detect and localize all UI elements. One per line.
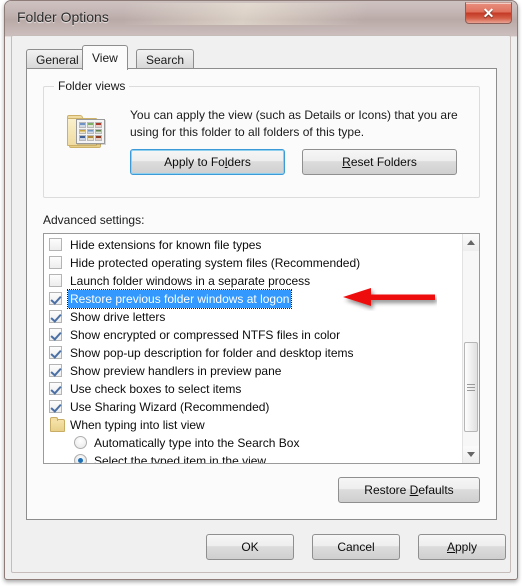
scrollbar-grip-icon — [467, 384, 475, 391]
apply-to-folders-label: Apply to Folders — [164, 155, 251, 169]
advanced-setting-label: Restore previous folder windows at logon — [66, 289, 293, 309]
checkbox-checked-icon[interactable] — [49, 346, 62, 359]
checkbox-checked-icon[interactable] — [49, 292, 62, 305]
tab-search[interactable]: Search — [136, 49, 195, 69]
advanced-setting-row[interactable]: Automatically type into the Search Box — [44, 434, 461, 452]
advanced-setting-row[interactable]: Launch folder windows in a separate proc… — [44, 272, 461, 290]
reset-folders-label: Reset Folders — [342, 155, 417, 169]
apply-to-folders-button[interactable]: Apply to Folders — [130, 149, 285, 175]
dialog-body: General Search View Folder views You can… — [11, 35, 511, 573]
checkbox-unchecked-icon[interactable] — [49, 256, 62, 269]
scroll-up-button[interactable] — [463, 234, 479, 251]
checkbox-checked-icon[interactable] — [49, 364, 62, 377]
advanced-setting-row[interactable]: Show pop-up description for folder and d… — [44, 344, 461, 362]
checkbox-unchecked-icon[interactable] — [49, 274, 62, 287]
checkbox-checked-icon[interactable] — [49, 400, 62, 413]
advanced-setting-label: Use Sharing Wizard (Recommended) — [70, 400, 270, 414]
apply-button[interactable]: Apply — [418, 534, 506, 560]
title-bar-sheen — [125, 3, 425, 25]
advanced-setting-row[interactable]: Show drive letters — [44, 308, 461, 326]
radio-selected-icon[interactable] — [74, 454, 87, 463]
scroll-down-button[interactable] — [463, 446, 479, 463]
advanced-setting-row[interactable]: Hide protected operating system files (R… — [44, 254, 461, 272]
folder-views-group: Folder views You can apply the view (suc… — [43, 79, 480, 198]
advanced-setting-row[interactable]: Use check boxes to select items — [44, 380, 461, 398]
chevron-up-icon — [467, 240, 475, 245]
checkbox-checked-icon[interactable] — [49, 328, 62, 341]
listbox-scrollbar[interactable] — [462, 234, 479, 463]
checkbox-checked-icon[interactable] — [49, 382, 62, 395]
reset-folders-button[interactable]: Reset Folders — [302, 149, 457, 175]
folder-views-legend: Folder views — [54, 79, 130, 93]
advanced-settings-list: Hide extensions for known file types Hide… — [44, 236, 461, 464]
tab-view[interactable]: View — [82, 45, 128, 70]
advanced-setting-row[interactable]: Restore previous folder windows at logon — [44, 289, 461, 309]
advanced-setting-label: Select the typed item in the view — [94, 454, 267, 464]
advanced-setting-row[interactable]: Use Sharing Wizard (Recommended) — [44, 398, 461, 416]
advanced-settings-label: Advanced settings: — [43, 213, 145, 227]
advanced-setting-label: Launch folder windows in a separate proc… — [70, 274, 311, 288]
checkbox-checked-icon[interactable] — [49, 310, 62, 323]
advanced-setting-row[interactable]: Select the typed item in the view — [44, 452, 461, 464]
close-x-icon: ✕ — [482, 5, 495, 21]
advanced-setting-label: When typing into list view — [70, 418, 205, 432]
advanced-setting-row[interactable]: Hide extensions for known file types — [44, 236, 461, 254]
restore-defaults-button[interactable]: Restore Defaults — [338, 477, 480, 503]
advanced-setting-label: Show pop-up description for folder and d… — [70, 346, 354, 360]
window-title: Folder Options — [17, 9, 109, 25]
ok-button[interactable]: OK — [206, 534, 294, 560]
folder-views-description: You can apply the view (such as Details … — [130, 108, 458, 139]
tab-general[interactable]: General — [26, 49, 89, 69]
advanced-setting-label: Hide protected operating system files (R… — [70, 256, 361, 270]
radio-unselected-icon[interactable] — [74, 436, 87, 449]
view-tab-panel: Folder views You can apply the view (suc… — [26, 68, 497, 520]
cancel-button[interactable]: Cancel — [312, 534, 400, 560]
title-bar: Folder Options ✕ — [5, 1, 517, 37]
advanced-setting-row[interactable]: Show preview handlers in preview pane — [44, 362, 461, 380]
advanced-setting-label: Show drive letters — [70, 310, 166, 324]
scrollbar-thumb[interactable] — [464, 342, 478, 432]
advanced-setting-label: Use check boxes to select items — [70, 382, 242, 396]
advanced-setting-label: Show encrypted or compressed NTFS files … — [70, 328, 341, 342]
close-button[interactable]: ✕ — [465, 2, 512, 24]
chevron-down-icon — [467, 452, 475, 457]
advanced-setting-label: Show preview handlers in preview pane — [70, 364, 282, 378]
folder-icon — [50, 417, 65, 432]
advanced-setting-row[interactable]: When typing into list view — [44, 416, 461, 434]
advanced-setting-row[interactable]: Show encrypted or compressed NTFS files … — [44, 326, 461, 344]
folder-options-dialog: Folder Options ✕ General Search View Fol… — [4, 0, 518, 580]
checkbox-unchecked-icon[interactable] — [49, 238, 62, 251]
advanced-settings-listbox[interactable]: Hide extensions for known file types Hide… — [43, 233, 480, 464]
advanced-setting-label: Automatically type into the Search Box — [94, 436, 300, 450]
apply-label: Apply — [446, 540, 478, 554]
advanced-setting-label: Hide extensions for known file types — [70, 238, 262, 252]
restore-defaults-label: Restore Defaults — [364, 483, 454, 497]
folder-views-icon — [65, 109, 107, 149]
